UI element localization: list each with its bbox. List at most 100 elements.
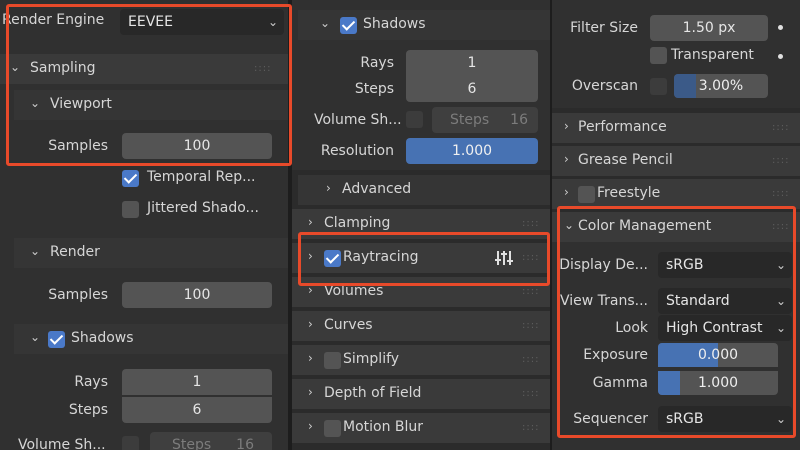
sampling-title: Sampling xyxy=(30,60,96,76)
rays-field[interactable]: 1 xyxy=(122,369,272,395)
volume-steps-field[interactable]: Steps 16 xyxy=(150,432,272,450)
sequencer-dropdown[interactable]: sRGB ⌄ xyxy=(658,406,792,432)
drag-grip-icon[interactable]: :::: xyxy=(522,320,539,331)
resolution-label: Resolution xyxy=(320,143,394,159)
sequencer-label: Sequencer xyxy=(573,411,648,427)
overscan-value: 3.00% xyxy=(698,78,744,94)
keyframe-dot-icon[interactable] xyxy=(778,25,783,30)
exposure-slider[interactable]: 0.000 xyxy=(658,343,778,367)
sequencer-value: sRGB xyxy=(666,411,704,427)
display-device-label: Display De... xyxy=(559,257,648,273)
rays-label: Rays xyxy=(360,55,394,71)
look-dropdown[interactable]: High Contrast ⌄ xyxy=(658,315,792,341)
overscan-slider[interactable]: 3.00% xyxy=(674,74,768,98)
resolution-field[interactable]: 1.000 xyxy=(406,138,538,164)
chevron-down-icon: ⌄ xyxy=(320,16,331,30)
volume-steps-value: 16 xyxy=(510,112,528,128)
transparent-checkbox[interactable] xyxy=(650,47,667,64)
render-engine-dropdown[interactable]: EEVEE ⌄ xyxy=(120,9,284,35)
panel-motion-blur[interactable]: › Motion Blur :::: xyxy=(292,413,550,443)
viewport-subpanel-header[interactable]: ⌄ Viewport xyxy=(14,90,288,120)
raytracing-checkbox[interactable] xyxy=(324,250,341,267)
gamma-slider[interactable]: 1.000 xyxy=(658,371,778,395)
drag-grip-icon[interactable]: :::: xyxy=(522,354,539,365)
render-engine-label: Render Engine xyxy=(2,12,105,28)
chevron-down-icon: ⌄ xyxy=(30,330,41,344)
panel-depth-of-field[interactable]: › Depth of Field :::: xyxy=(292,379,550,409)
render-subpanel-header[interactable]: ⌄ Render xyxy=(14,238,288,268)
drag-grip-icon[interactable]: :::: xyxy=(522,286,539,297)
drag-grip-icon[interactable]: :::: xyxy=(522,388,539,399)
temporal-reprojection-checkbox[interactable] xyxy=(122,170,139,187)
drag-grip-icon[interactable]: :::: xyxy=(772,221,789,232)
chevron-right-icon: › xyxy=(308,351,313,365)
panel-simplify[interactable]: › Simplify :::: xyxy=(292,345,550,375)
overscan-label: Overscan xyxy=(571,78,638,94)
shadows-checkbox[interactable] xyxy=(340,17,357,34)
steps-field[interactable]: 6 xyxy=(122,397,272,423)
transparent-label: Transparent xyxy=(671,47,754,63)
panel-raytracing[interactable]: › Raytracing :::: xyxy=(292,243,550,273)
drag-grip-icon[interactable]: :::: xyxy=(254,63,271,74)
shadows-title: Shadows xyxy=(363,16,426,32)
freestyle-title: Freestyle xyxy=(597,185,661,201)
view-transform-dropdown[interactable]: Standard ⌄ xyxy=(658,288,792,314)
temporal-reprojection-label: Temporal Rep... xyxy=(147,169,256,185)
volume-steps-field[interactable]: Steps 16 xyxy=(432,107,538,133)
volumes-title: Volumes xyxy=(324,283,384,299)
viewport-samples-label: Samples xyxy=(48,138,108,154)
panel-grease-pencil[interactable]: › Grease Pencil :::: xyxy=(552,146,800,176)
chevron-right-icon: › xyxy=(308,215,313,229)
left-properties-column: Render Engine EEVEE ⌄ ⌄ Sampling :::: ⌄ … xyxy=(0,0,288,450)
shadows-subpanel-header[interactable]: ⌄ Shadows xyxy=(14,324,288,354)
drag-grip-icon[interactable]: :::: xyxy=(772,155,789,166)
look-label: Look xyxy=(615,320,648,336)
panel-performance[interactable]: › Performance :::: xyxy=(552,113,800,143)
advanced-subpanel-header[interactable]: › Advanced xyxy=(298,175,550,205)
simplify-checkbox[interactable] xyxy=(324,352,341,369)
shadows-title: Shadows xyxy=(71,330,134,346)
steps-field[interactable]: 6 xyxy=(406,76,538,102)
volume-shadows-checkbox[interactable] xyxy=(122,436,139,450)
right-properties-column: Filter Size 1.50 px Transparent Overscan… xyxy=(552,0,800,450)
exposure-label: Exposure xyxy=(583,347,648,363)
chevron-down-icon: ⌄ xyxy=(10,60,21,74)
advanced-title: Advanced xyxy=(342,181,412,197)
raytracing-title: Raytracing xyxy=(343,249,419,265)
viewport-title: Viewport xyxy=(50,96,112,112)
render-samples-field[interactable]: 100 xyxy=(122,282,272,308)
volume-shadows-checkbox[interactable] xyxy=(406,111,423,128)
volume-steps-label: Steps xyxy=(172,437,212,450)
chevron-down-icon: ⌄ xyxy=(564,218,575,232)
panel-volumes[interactable]: › Volumes :::: xyxy=(292,277,550,307)
panel-curves[interactable]: › Curves :::: xyxy=(292,311,550,341)
drag-grip-icon[interactable]: :::: xyxy=(772,122,789,133)
drag-grip-icon[interactable]: :::: xyxy=(522,422,539,433)
panel-freestyle[interactable]: › Freestyle :::: xyxy=(552,179,800,209)
shadows-subpanel-header[interactable]: ⌄ Shadows xyxy=(298,10,550,40)
display-device-dropdown[interactable]: sRGB ⌄ xyxy=(658,252,792,278)
chevron-right-icon: › xyxy=(564,152,569,166)
panel-clamping[interactable]: › Clamping :::: xyxy=(292,209,550,239)
preset-sliders-icon[interactable] xyxy=(494,249,514,267)
clamping-title: Clamping xyxy=(324,215,391,231)
keyframe-dot-icon[interactable] xyxy=(778,54,783,59)
drag-grip-icon[interactable]: :::: xyxy=(772,188,789,199)
filter-size-field[interactable]: 1.50 px xyxy=(650,15,768,41)
chevron-down-icon: ⌄ xyxy=(267,15,278,29)
drag-grip-icon[interactable]: :::: xyxy=(522,218,539,229)
volume-steps-value: 16 xyxy=(236,437,254,450)
volume-shadows-label: Volume Sh... xyxy=(314,112,402,128)
freestyle-checkbox[interactable] xyxy=(578,186,595,203)
drag-grip-icon[interactable]: :::: xyxy=(522,252,539,263)
performance-title: Performance xyxy=(578,119,667,135)
overscan-checkbox[interactable] xyxy=(650,78,667,95)
viewport-samples-field[interactable]: 100 xyxy=(122,133,272,159)
sampling-panel-header[interactable]: ⌄ Sampling :::: xyxy=(0,54,288,84)
jittered-shadows-checkbox[interactable] xyxy=(122,201,139,218)
shadows-checkbox[interactable] xyxy=(48,331,65,348)
motion-blur-checkbox[interactable] xyxy=(324,420,341,437)
view-transform-value: Standard xyxy=(666,293,730,309)
color-management-header[interactable]: ⌄ Color Management :::: xyxy=(552,212,800,242)
rays-field[interactable]: 1 xyxy=(406,50,538,76)
